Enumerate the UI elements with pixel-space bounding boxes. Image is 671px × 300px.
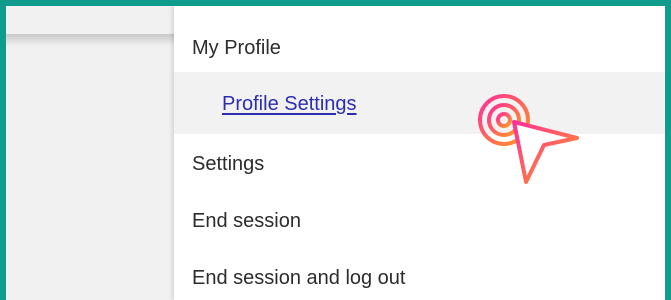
menu-item-label: End session and log out xyxy=(192,267,406,289)
menu-item-settings[interactable]: Settings xyxy=(174,152,665,176)
profile-settings-link[interactable]: Profile Settings xyxy=(222,92,357,116)
menu-item-label: End session xyxy=(192,210,301,232)
menu-item-label: Settings xyxy=(192,153,265,175)
click-cursor-icon xyxy=(474,90,584,190)
menu-item-profile-settings[interactable]: Profile Settings xyxy=(174,72,665,134)
background-panel xyxy=(6,6,174,300)
menu-item-my-profile[interactable]: My Profile xyxy=(174,36,665,60)
menu-item-end-session[interactable]: End session xyxy=(174,209,665,233)
profile-dropdown-menu: My Profile Profile Settings Settings End… xyxy=(174,6,665,300)
panel-divider xyxy=(6,34,174,46)
menu-item-end-session-and-log-out[interactable]: End session and log out xyxy=(174,266,665,290)
screenshot-frame: My Profile Profile Settings Settings End… xyxy=(0,0,671,300)
menu-item-label: My Profile xyxy=(192,37,281,59)
